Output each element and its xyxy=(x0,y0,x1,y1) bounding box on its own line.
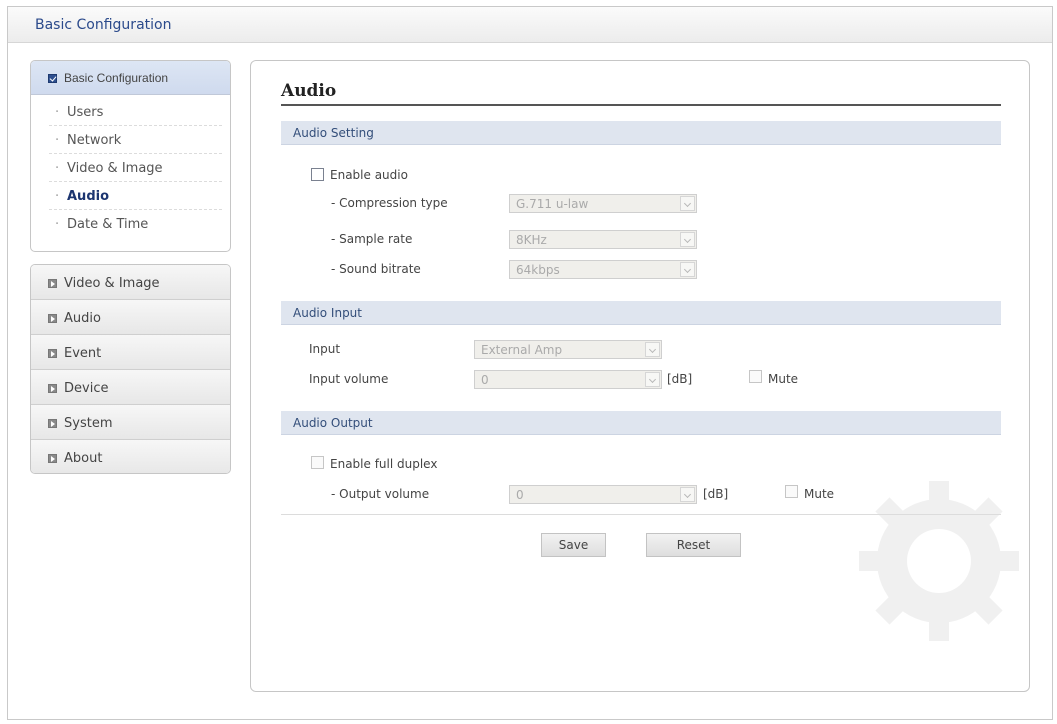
title-divider xyxy=(281,104,1001,106)
sidebar-basic-configuration-header[interactable]: Basic Configuration xyxy=(31,61,230,95)
expand-arrow-icon xyxy=(48,419,57,428)
output-volume-select[interactable]: 0 xyxy=(509,485,697,504)
nav-about[interactable]: About xyxy=(31,440,230,473)
gear-watermark-icon xyxy=(859,481,1019,641)
page-title: Audio xyxy=(281,81,337,101)
chevron-down-icon xyxy=(680,262,695,277)
expanded-box-icon xyxy=(48,74,57,83)
chevron-down-icon xyxy=(680,487,695,502)
chevron-down-icon xyxy=(645,372,660,387)
compression-type-select[interactable]: G.711 u-law xyxy=(509,194,697,213)
input-select[interactable]: External Amp xyxy=(474,340,662,359)
output-volume-unit: [dB] xyxy=(703,487,729,501)
sound-bitrate-select[interactable]: 64kbps xyxy=(509,260,697,279)
enable-audio-checkbox[interactable] xyxy=(311,168,324,181)
chevron-down-icon xyxy=(645,342,660,357)
sidebar-basic-configuration: Basic Configuration · Users · Network · … xyxy=(30,60,231,252)
nav-system[interactable]: System xyxy=(31,405,230,440)
chevron-down-icon xyxy=(680,196,695,211)
sidebar-item-audio[interactable]: · Audio xyxy=(49,182,222,210)
sidebar-item-network[interactable]: · Network xyxy=(49,126,222,154)
enable-full-duplex-label: Enable full duplex xyxy=(330,457,438,471)
bullet-icon: · xyxy=(55,105,60,120)
nav-video-image[interactable]: Video & Image xyxy=(31,265,230,300)
nav-audio[interactable]: Audio xyxy=(31,300,230,335)
expand-arrow-icon xyxy=(48,454,57,463)
audio-output-header: Audio Output xyxy=(281,411,1001,435)
input-mute-label: Mute xyxy=(768,372,799,386)
sidebar-nav: Video & Image Audio Event Device System … xyxy=(30,264,231,474)
input-label: Input xyxy=(309,342,341,356)
input-volume-select[interactable]: 0 xyxy=(474,370,662,389)
output-mute-label: Mute xyxy=(804,487,835,501)
enable-full-duplex-checkbox[interactable] xyxy=(311,456,324,469)
bullet-icon: · xyxy=(55,133,60,148)
reset-button[interactable]: Reset xyxy=(646,533,741,557)
sound-bitrate-label: - Sound bitrate xyxy=(331,262,421,276)
save-button[interactable]: Save xyxy=(541,533,606,557)
bullet-icon: · xyxy=(55,189,60,204)
expand-arrow-icon xyxy=(48,279,57,288)
output-mute-checkbox[interactable] xyxy=(785,485,798,498)
sidebar-item-video-image[interactable]: · Video & Image xyxy=(49,154,222,182)
nav-device[interactable]: Device xyxy=(31,370,230,405)
expand-arrow-icon xyxy=(48,384,57,393)
input-mute-checkbox[interactable] xyxy=(749,370,762,383)
output-volume-label: - Output volume xyxy=(331,487,430,501)
audio-input-header: Audio Input xyxy=(281,301,1001,325)
sidebar-item-users[interactable]: · Users xyxy=(49,98,222,126)
page-header-title: Basic Configuration xyxy=(35,17,172,33)
expand-arrow-icon xyxy=(48,349,57,358)
sidebar-item-date-time[interactable]: · Date & Time xyxy=(49,210,222,238)
bullet-icon: · xyxy=(55,161,60,176)
sidebar-basic-configuration-label: Basic Configuration xyxy=(64,71,169,85)
expand-arrow-icon xyxy=(48,314,57,323)
nav-event[interactable]: Event xyxy=(31,335,230,370)
sample-rate-select[interactable]: 8KHz xyxy=(509,230,697,249)
compression-type-label: - Compression type xyxy=(331,196,448,210)
top-bar: Basic Configuration xyxy=(8,7,1052,43)
enable-audio-label: Enable audio xyxy=(330,168,408,182)
form-divider xyxy=(281,514,1001,515)
sample-rate-label: - Sample rate xyxy=(331,232,413,246)
chevron-down-icon xyxy=(680,232,695,247)
input-volume-unit: [dB] xyxy=(667,372,693,386)
main-panel: Audio Audio Setting Enable audio - Compr… xyxy=(250,60,1030,692)
audio-setting-header: Audio Setting xyxy=(281,121,1001,145)
bullet-icon: · xyxy=(55,217,60,232)
input-volume-label: Input volume xyxy=(309,372,389,386)
